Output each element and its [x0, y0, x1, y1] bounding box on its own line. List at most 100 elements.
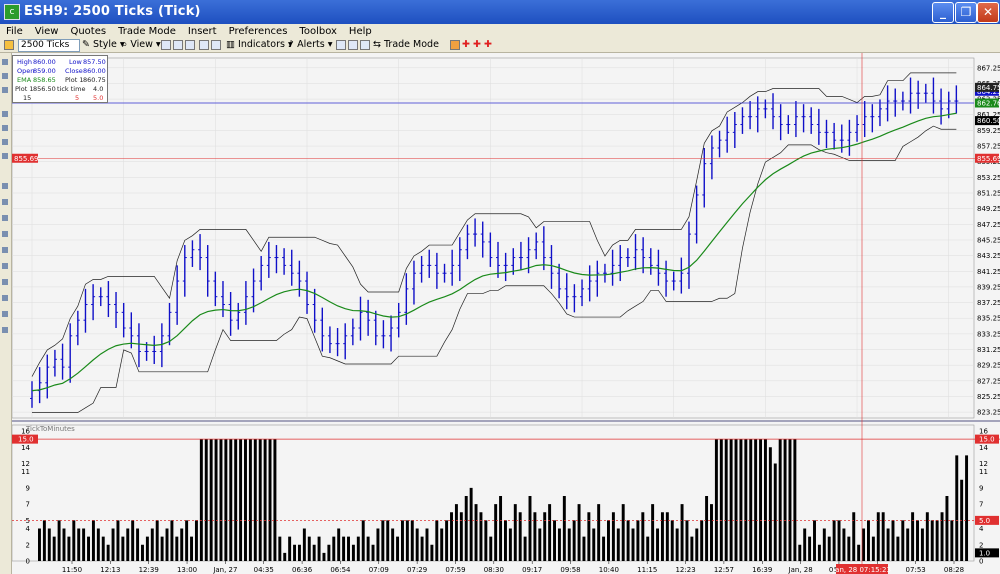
gann-icon[interactable] — [2, 311, 8, 317]
close-value: 860.00 — [83, 67, 106, 75]
interval-select[interactable]: 2500 Ticks — [18, 39, 80, 52]
templates-icon[interactable] — [336, 40, 346, 50]
volume-bar — [42, 520, 46, 561]
cross-icon[interactable] — [2, 73, 8, 79]
pencil-icon[interactable] — [2, 199, 8, 205]
volume-bar — [312, 544, 316, 561]
delete-icon[interactable] — [2, 327, 8, 333]
menu-toolbox[interactable]: Toolbox — [293, 25, 343, 39]
open-value: 859.00 — [33, 67, 56, 75]
cursor-buttons[interactable]: ✚ ✚ ✚ — [462, 39, 492, 51]
volume-bar — [87, 536, 90, 561]
menu-insert[interactable]: Insert — [182, 25, 223, 39]
crosshair-icon[interactable] — [450, 40, 460, 50]
volume-bar — [47, 528, 51, 561]
volume-bar — [332, 536, 336, 561]
trendline-icon[interactable] — [2, 87, 8, 93]
time-tick-label: 07:09 — [369, 566, 389, 574]
channel-icon[interactable] — [2, 215, 8, 221]
open-label: Open — [17, 67, 35, 75]
chart-type-icon[interactable] — [4, 40, 14, 50]
volume-bar — [371, 544, 375, 561]
time-tick-label: 04:35 — [254, 566, 274, 574]
tools-icon[interactable] — [360, 40, 370, 50]
price-tick-label: 823.25 — [977, 409, 1000, 417]
text-icon[interactable] — [2, 125, 8, 131]
fib-icon[interactable] — [2, 153, 8, 159]
volume-tick-label: 11 — [979, 468, 988, 476]
volume-bar — [229, 439, 233, 561]
volume-bar — [278, 536, 282, 561]
data-window-icon[interactable] — [211, 40, 221, 50]
volume-bar — [474, 504, 478, 561]
volume-bar — [415, 528, 419, 561]
zoom-in-icon[interactable] — [161, 40, 171, 50]
volume-bar — [950, 520, 954, 561]
volume-bar — [263, 439, 267, 561]
view-label: View — [130, 39, 153, 50]
ema-value: 858.65 — [33, 76, 56, 84]
pointer-icon[interactable] — [2, 59, 8, 65]
volume-bar — [803, 528, 807, 561]
volume-bar — [116, 520, 120, 561]
menu-trade-mode[interactable]: Trade Mode — [112, 25, 182, 39]
menu-file[interactable]: File — [0, 25, 29, 39]
volume-bar — [602, 536, 606, 561]
price-tick-label: 859.25 — [977, 127, 1000, 135]
volume-bar — [484, 520, 488, 561]
volume-bar — [641, 512, 645, 561]
volume-bar — [773, 463, 777, 561]
volume-bar — [327, 544, 331, 561]
volume-bar — [567, 528, 571, 561]
trade-mode-button[interactable]: ⇆ Trade Mode — [373, 39, 439, 51]
maximize-button[interactable]: ❐ — [955, 2, 977, 23]
volume-bar — [690, 536, 694, 561]
style-button[interactable]: ✎ Style ▾ — [82, 39, 125, 51]
menu-help[interactable]: Help — [343, 25, 378, 39]
menu-quotes[interactable]: Quotes — [64, 25, 112, 39]
text-tool-icon[interactable] — [2, 183, 8, 189]
view-button[interactable]: ⌕ View ▾ — [122, 39, 161, 51]
volume-bar — [714, 439, 718, 561]
volume-bar — [121, 536, 125, 561]
volume-bar — [945, 496, 949, 561]
volume-bar — [768, 447, 772, 561]
link-icon[interactable] — [348, 40, 358, 50]
menu-view[interactable]: View — [29, 25, 65, 39]
indicators-button[interactable]: ▥ Indicators ▾ — [226, 39, 293, 51]
volume-bar — [827, 536, 831, 561]
volume-bar — [906, 528, 910, 561]
arrow-icon[interactable] — [2, 139, 8, 145]
magnet-icon[interactable] — [2, 279, 8, 285]
volume-bar — [450, 512, 453, 561]
minimize-button[interactable]: _ — [932, 2, 954, 23]
volume-bar — [288, 536, 292, 561]
param-2: 5 — [75, 94, 80, 102]
measure-icon[interactable] — [2, 295, 8, 301]
chart-app-icon: c — [4, 4, 20, 20]
ellipse-icon[interactable] — [2, 231, 8, 237]
alerts-button[interactable]: ♪ Alerts ▾ — [288, 39, 332, 51]
volume-bar — [219, 439, 223, 561]
zoom-out-icon[interactable] — [173, 40, 183, 50]
chart-area[interactable]: 867.25865.25863.25861.25859.25857.25855.… — [12, 53, 1000, 574]
menu-preferences[interactable]: Preferences — [223, 25, 294, 39]
volume-bar — [508, 528, 512, 561]
volume-bar — [440, 528, 444, 561]
tick-time-label: tick time — [57, 85, 86, 93]
magnifier-icon: ⌕ — [122, 39, 128, 50]
close-button[interactable]: ✕ — [977, 2, 999, 23]
tick-time-value: 4.0 — [93, 85, 104, 93]
volume-bar — [763, 439, 767, 561]
time-tick-label: Jan, 27 — [212, 566, 237, 574]
volume-tick-label: 4 — [979, 525, 984, 533]
vertical-line-icon[interactable] — [2, 111, 8, 117]
time-tick-label: 10:40 — [599, 566, 619, 574]
zoom-fit-icon[interactable] — [185, 40, 195, 50]
rectangle-icon[interactable] — [2, 247, 8, 253]
volume-bar — [410, 520, 414, 561]
volume-bar — [248, 439, 252, 561]
print-icon[interactable] — [199, 40, 209, 50]
volume-bar — [837, 520, 841, 561]
eraser-icon[interactable] — [2, 263, 8, 269]
